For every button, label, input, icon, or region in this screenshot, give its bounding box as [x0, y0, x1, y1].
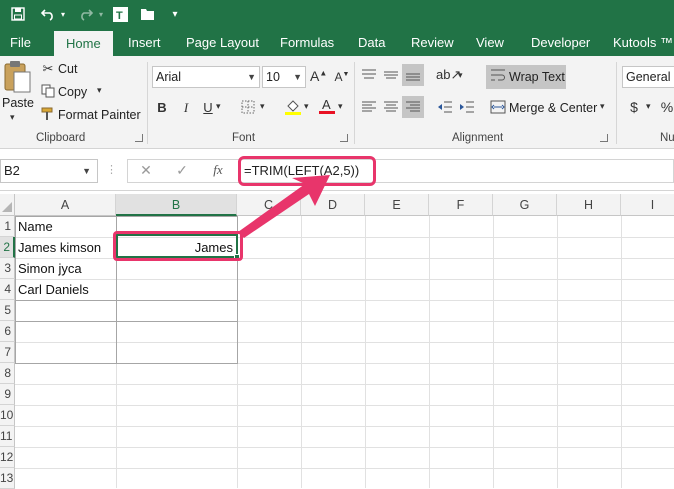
annotation-arrow	[238, 175, 330, 238]
